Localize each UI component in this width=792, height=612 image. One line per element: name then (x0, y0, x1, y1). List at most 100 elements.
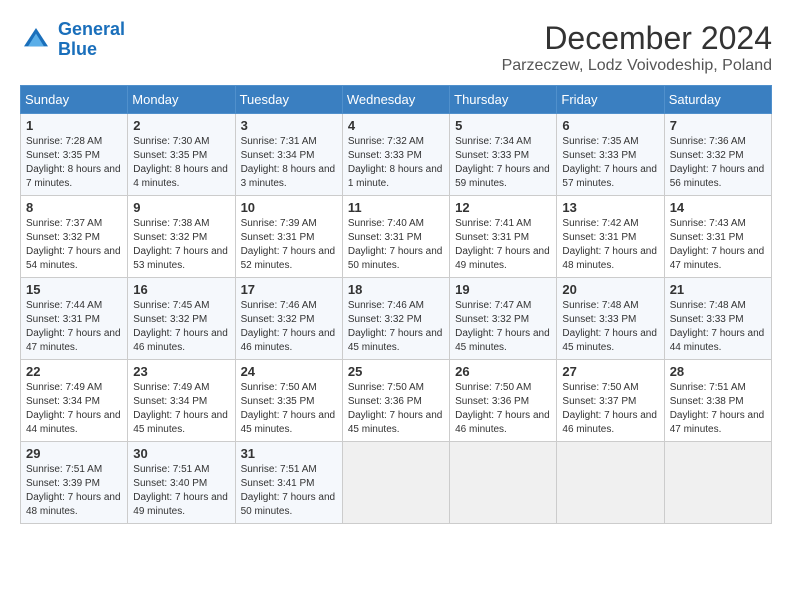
day-number: 13 (562, 200, 658, 215)
day-info: Sunrise: 7:50 AMSunset: 3:36 PMDaylight:… (348, 381, 444, 437)
weekday-header-tuesday: Tuesday (235, 86, 342, 114)
calendar-cell: 20 Sunrise: 7:48 AMSunset: 3:33 PMDaylig… (557, 278, 664, 360)
calendar-cell: 11 Sunrise: 7:40 AMSunset: 3:31 PMDaylig… (342, 196, 449, 278)
location-subtitle: Parzeczew, Lodz Voivodeship, Poland (502, 57, 772, 75)
calendar-cell: 13 Sunrise: 7:42 AMSunset: 3:31 PMDaylig… (557, 196, 664, 278)
day-number: 15 (26, 282, 122, 297)
day-info: Sunrise: 7:50 AMSunset: 3:36 PMDaylight:… (455, 381, 551, 437)
day-info: Sunrise: 7:51 AMSunset: 3:41 PMDaylight:… (241, 463, 337, 519)
day-number: 10 (241, 200, 337, 215)
day-number: 30 (133, 446, 229, 461)
day-info: Sunrise: 7:44 AMSunset: 3:31 PMDaylight:… (26, 299, 122, 355)
calendar-cell: 2 Sunrise: 7:30 AMSunset: 3:35 PMDayligh… (128, 114, 235, 196)
calendar-cell: 28 Sunrise: 7:51 AMSunset: 3:38 PMDaylig… (664, 360, 771, 442)
day-number: 18 (348, 282, 444, 297)
calendar-cell: 24 Sunrise: 7:50 AMSunset: 3:35 PMDaylig… (235, 360, 342, 442)
calendar-cell: 14 Sunrise: 7:43 AMSunset: 3:31 PMDaylig… (664, 196, 771, 278)
day-number: 21 (670, 282, 766, 297)
day-info: Sunrise: 7:37 AMSunset: 3:32 PMDaylight:… (26, 217, 122, 273)
calendar-cell: 5 Sunrise: 7:34 AMSunset: 3:33 PMDayligh… (450, 114, 557, 196)
calendar-body: 1 Sunrise: 7:28 AMSunset: 3:35 PMDayligh… (21, 114, 772, 524)
weekday-header-monday: Monday (128, 86, 235, 114)
day-info: Sunrise: 7:38 AMSunset: 3:32 PMDaylight:… (133, 217, 229, 273)
day-number: 29 (26, 446, 122, 461)
day-number: 7 (670, 118, 766, 133)
week-row-3: 15 Sunrise: 7:44 AMSunset: 3:31 PMDaylig… (21, 278, 772, 360)
day-info: Sunrise: 7:47 AMSunset: 3:32 PMDaylight:… (455, 299, 551, 355)
calendar-cell: 18 Sunrise: 7:46 AMSunset: 3:32 PMDaylig… (342, 278, 449, 360)
day-number: 23 (133, 364, 229, 379)
day-info: Sunrise: 7:36 AMSunset: 3:32 PMDaylight:… (670, 135, 766, 191)
day-number: 19 (455, 282, 551, 297)
day-number: 8 (26, 200, 122, 215)
day-number: 5 (455, 118, 551, 133)
calendar-cell: 10 Sunrise: 7:39 AMSunset: 3:31 PMDaylig… (235, 196, 342, 278)
day-number: 22 (26, 364, 122, 379)
day-info: Sunrise: 7:46 AMSunset: 3:32 PMDaylight:… (348, 299, 444, 355)
calendar-cell: 8 Sunrise: 7:37 AMSunset: 3:32 PMDayligh… (21, 196, 128, 278)
day-number: 20 (562, 282, 658, 297)
day-info: Sunrise: 7:49 AMSunset: 3:34 PMDaylight:… (26, 381, 122, 437)
weekday-header-row: SundayMondayTuesdayWednesdayThursdayFrid… (21, 86, 772, 114)
day-info: Sunrise: 7:42 AMSunset: 3:31 PMDaylight:… (562, 217, 658, 273)
day-number: 28 (670, 364, 766, 379)
week-row-4: 22 Sunrise: 7:49 AMSunset: 3:34 PMDaylig… (21, 360, 772, 442)
calendar-cell: 22 Sunrise: 7:49 AMSunset: 3:34 PMDaylig… (21, 360, 128, 442)
logo: General Blue (20, 20, 125, 60)
day-number: 17 (241, 282, 337, 297)
calendar-cell: 15 Sunrise: 7:44 AMSunset: 3:31 PMDaylig… (21, 278, 128, 360)
day-number: 4 (348, 118, 444, 133)
day-number: 1 (26, 118, 122, 133)
calendar-cell: 3 Sunrise: 7:31 AMSunset: 3:34 PMDayligh… (235, 114, 342, 196)
calendar-cell: 1 Sunrise: 7:28 AMSunset: 3:35 PMDayligh… (21, 114, 128, 196)
day-info: Sunrise: 7:48 AMSunset: 3:33 PMDaylight:… (562, 299, 658, 355)
day-info: Sunrise: 7:28 AMSunset: 3:35 PMDaylight:… (26, 135, 122, 191)
day-info: Sunrise: 7:51 AMSunset: 3:40 PMDaylight:… (133, 463, 229, 519)
calendar-cell: 29 Sunrise: 7:51 AMSunset: 3:39 PMDaylig… (21, 442, 128, 524)
page-header: General Blue December 2024 Parzeczew, Lo… (20, 20, 772, 75)
day-info: Sunrise: 7:35 AMSunset: 3:33 PMDaylight:… (562, 135, 658, 191)
calendar-cell: 25 Sunrise: 7:50 AMSunset: 3:36 PMDaylig… (342, 360, 449, 442)
day-info: Sunrise: 7:51 AMSunset: 3:39 PMDaylight:… (26, 463, 122, 519)
calendar-cell: 31 Sunrise: 7:51 AMSunset: 3:41 PMDaylig… (235, 442, 342, 524)
day-info: Sunrise: 7:46 AMSunset: 3:32 PMDaylight:… (241, 299, 337, 355)
calendar-cell: 7 Sunrise: 7:36 AMSunset: 3:32 PMDayligh… (664, 114, 771, 196)
calendar-cell: 4 Sunrise: 7:32 AMSunset: 3:33 PMDayligh… (342, 114, 449, 196)
day-number: 24 (241, 364, 337, 379)
weekday-header-saturday: Saturday (664, 86, 771, 114)
calendar-cell (557, 442, 664, 524)
day-info: Sunrise: 7:49 AMSunset: 3:34 PMDaylight:… (133, 381, 229, 437)
calendar-table: SundayMondayTuesdayWednesdayThursdayFrid… (20, 85, 772, 524)
calendar-cell: 30 Sunrise: 7:51 AMSunset: 3:40 PMDaylig… (128, 442, 235, 524)
calendar-cell: 21 Sunrise: 7:48 AMSunset: 3:33 PMDaylig… (664, 278, 771, 360)
calendar-cell: 27 Sunrise: 7:50 AMSunset: 3:37 PMDaylig… (557, 360, 664, 442)
day-info: Sunrise: 7:43 AMSunset: 3:31 PMDaylight:… (670, 217, 766, 273)
logo-text: General Blue (58, 20, 125, 60)
day-number: 9 (133, 200, 229, 215)
day-info: Sunrise: 7:41 AMSunset: 3:31 PMDaylight:… (455, 217, 551, 273)
day-number: 14 (670, 200, 766, 215)
day-info: Sunrise: 7:40 AMSunset: 3:31 PMDaylight:… (348, 217, 444, 273)
week-row-2: 8 Sunrise: 7:37 AMSunset: 3:32 PMDayligh… (21, 196, 772, 278)
day-info: Sunrise: 7:50 AMSunset: 3:37 PMDaylight:… (562, 381, 658, 437)
day-info: Sunrise: 7:48 AMSunset: 3:33 PMDaylight:… (670, 299, 766, 355)
calendar-cell (664, 442, 771, 524)
calendar-cell: 9 Sunrise: 7:38 AMSunset: 3:32 PMDayligh… (128, 196, 235, 278)
day-number: 6 (562, 118, 658, 133)
weekday-header-thursday: Thursday (450, 86, 557, 114)
calendar-cell: 6 Sunrise: 7:35 AMSunset: 3:33 PMDayligh… (557, 114, 664, 196)
day-info: Sunrise: 7:32 AMSunset: 3:33 PMDaylight:… (348, 135, 444, 191)
day-info: Sunrise: 7:39 AMSunset: 3:31 PMDaylight:… (241, 217, 337, 273)
weekday-header-wednesday: Wednesday (342, 86, 449, 114)
day-info: Sunrise: 7:31 AMSunset: 3:34 PMDaylight:… (241, 135, 337, 191)
logo-icon (20, 24, 52, 56)
month-title: December 2024 (502, 20, 772, 57)
day-number: 31 (241, 446, 337, 461)
calendar-cell: 23 Sunrise: 7:49 AMSunset: 3:34 PMDaylig… (128, 360, 235, 442)
day-number: 12 (455, 200, 551, 215)
calendar-cell: 17 Sunrise: 7:46 AMSunset: 3:32 PMDaylig… (235, 278, 342, 360)
weekday-header-sunday: Sunday (21, 86, 128, 114)
calendar-cell: 19 Sunrise: 7:47 AMSunset: 3:32 PMDaylig… (450, 278, 557, 360)
calendar-cell: 12 Sunrise: 7:41 AMSunset: 3:31 PMDaylig… (450, 196, 557, 278)
day-info: Sunrise: 7:51 AMSunset: 3:38 PMDaylight:… (670, 381, 766, 437)
